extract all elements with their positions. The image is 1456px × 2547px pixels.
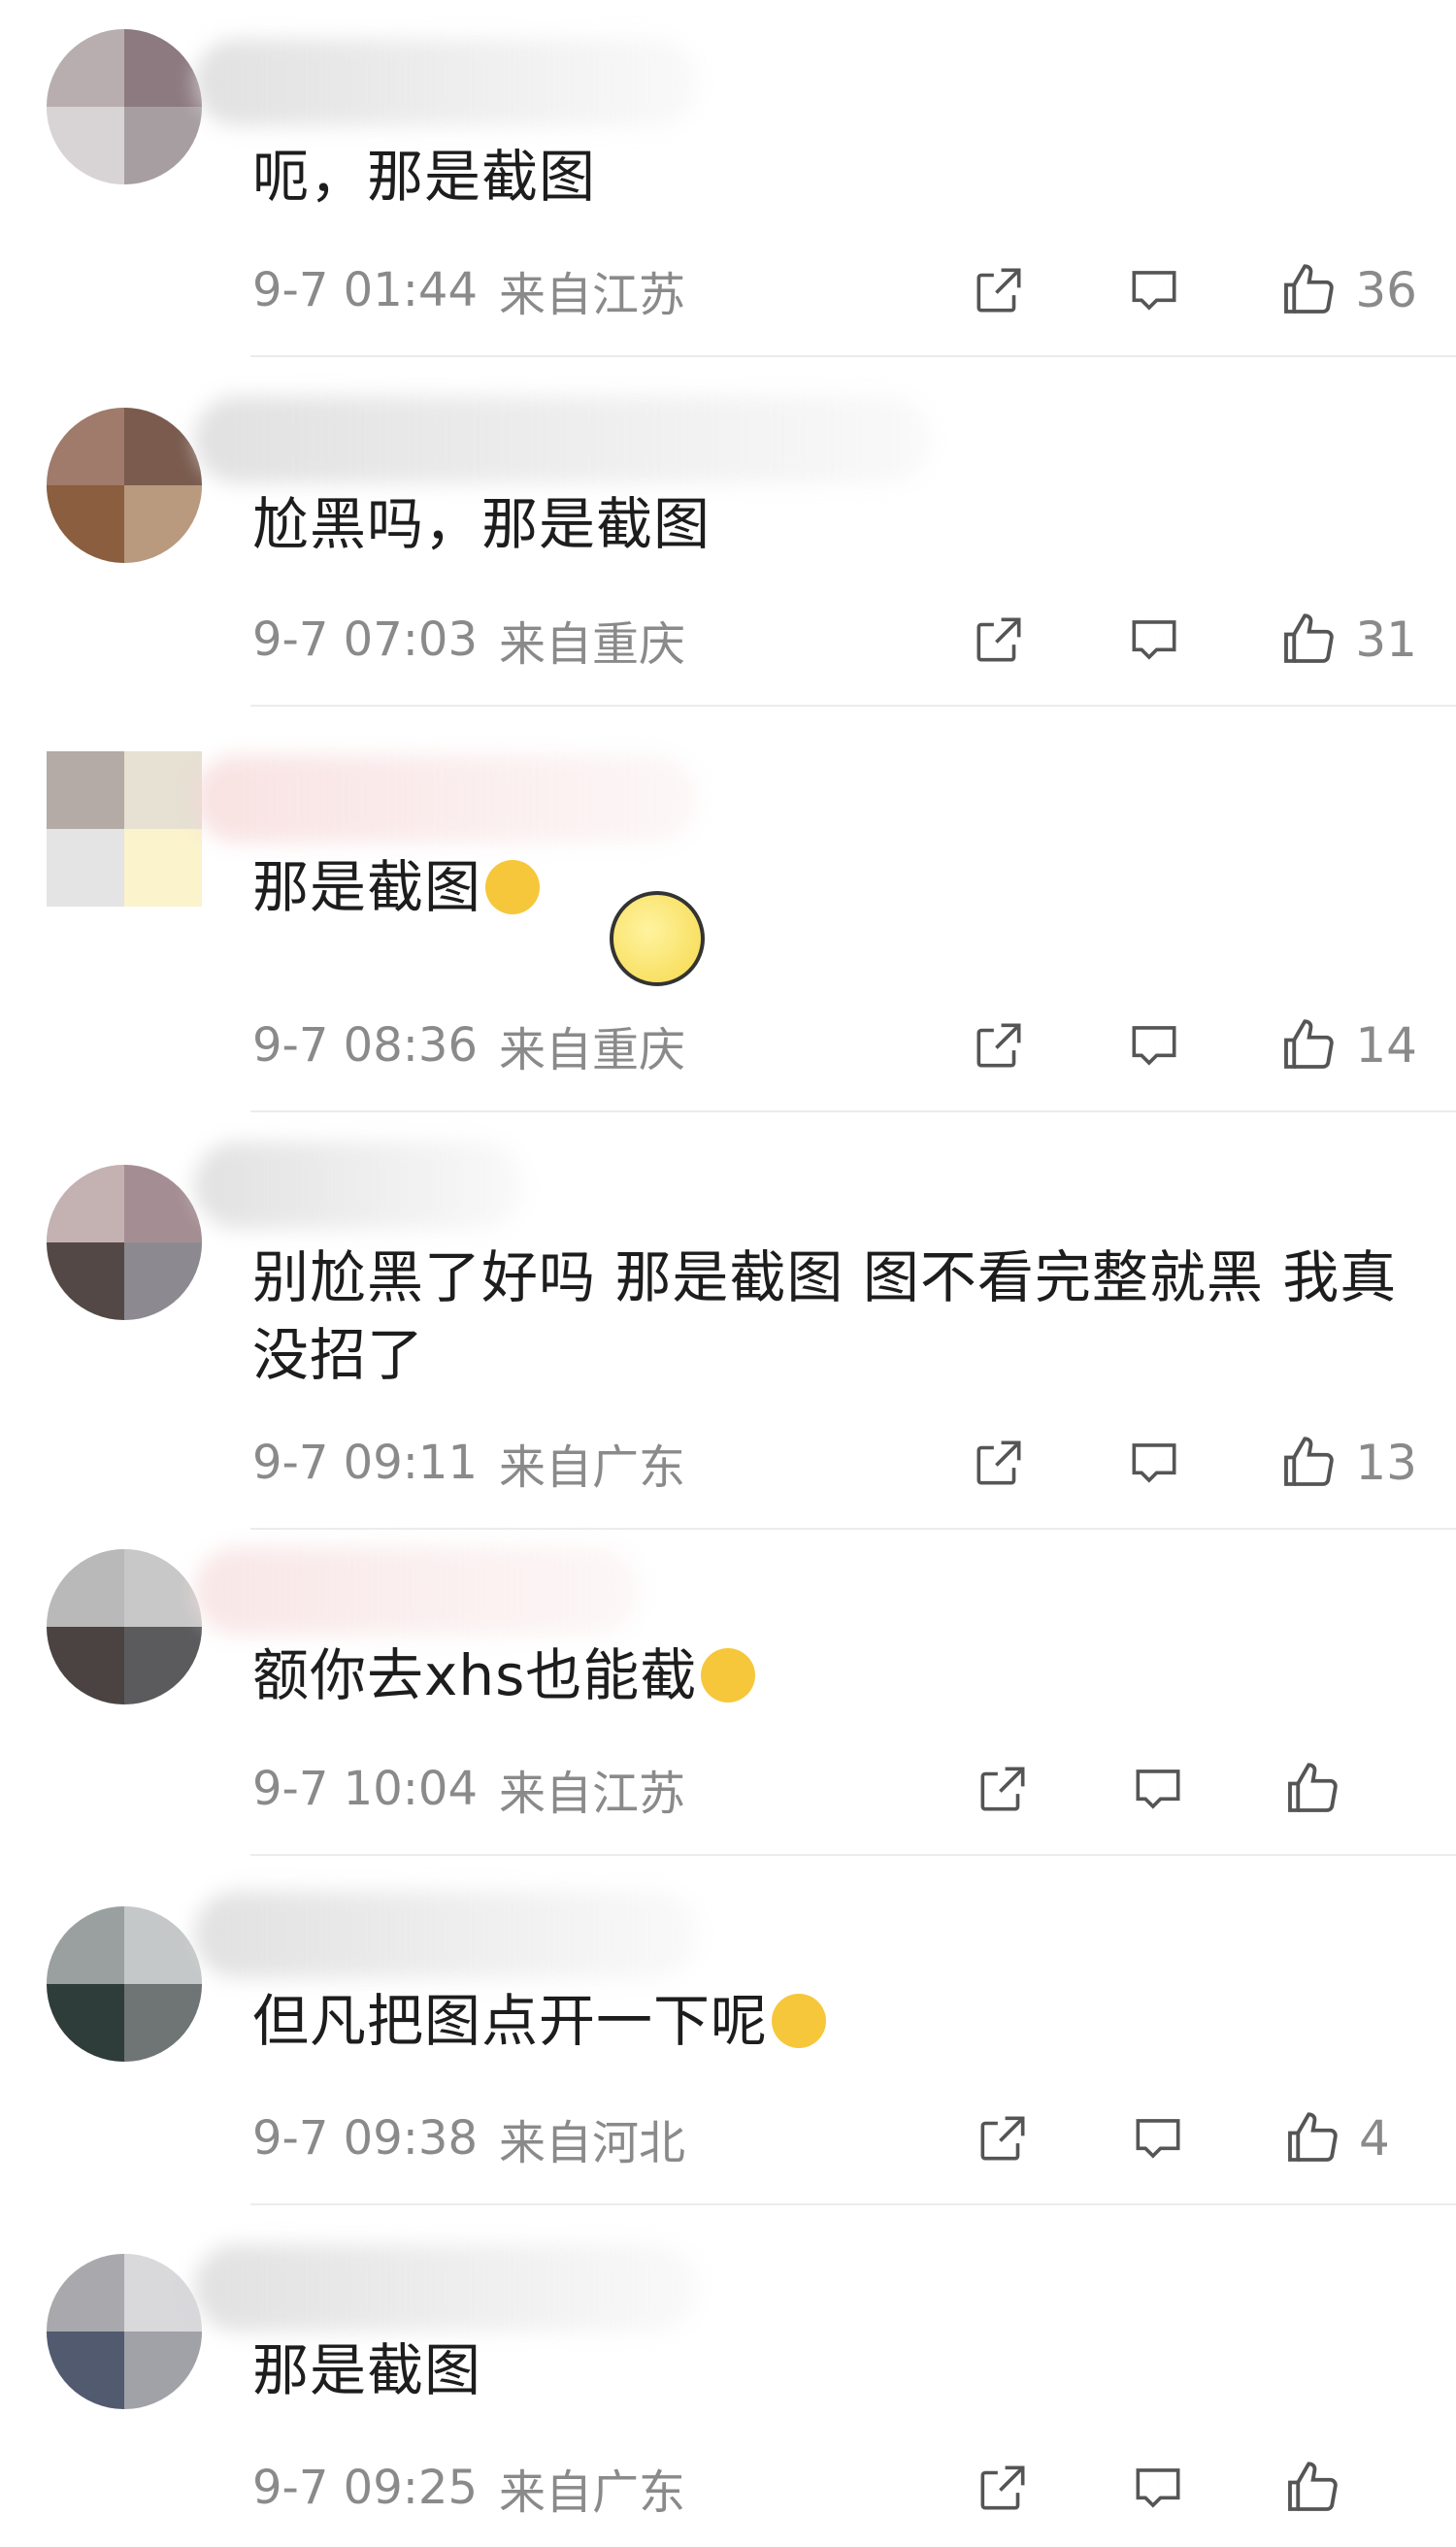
thumbs-up-icon — [1288, 1763, 1338, 1812]
share-icon — [980, 2465, 1025, 2510]
username-blurred[interactable] — [194, 396, 932, 483]
comment-text: 那是截图 — [252, 2337, 482, 2403]
comment-location: 来自重庆 — [498, 617, 685, 672]
like-button[interactable]: 13 — [1275, 1431, 1417, 1495]
comment-item[interactable]: 别尬黑了好吗 那是截图 图不看完整就黑 我真没招了 9-7 09:11 来自广东… — [0, 1112, 1456, 1530]
username-blurred[interactable] — [194, 1141, 524, 1229]
reply-button[interactable] — [1124, 2454, 1192, 2522]
comment-time: 9-7 07:03 — [252, 612, 478, 667]
avatar[interactable] — [47, 1165, 202, 1320]
reply-button[interactable] — [1124, 1755, 1192, 1823]
username-blurred[interactable] — [194, 755, 699, 843]
share-icon — [980, 2116, 1025, 2161]
share-button[interactable] — [965, 1011, 1033, 1079]
comment-item[interactable]: 呃，那是截图 9-7 01:44 来自江苏 36 — [0, 0, 1456, 357]
comment-location: 来自江苏 — [498, 268, 685, 322]
comment-item[interactable]: 但凡把图点开一下呢 9-7 09:38 来自河北 4 — [0, 1856, 1456, 2205]
comment-icon — [1136, 2119, 1180, 2159]
thumbs-up-icon — [1288, 2462, 1338, 2511]
username-blurred[interactable] — [194, 2244, 699, 2332]
reply-button[interactable] — [1124, 2104, 1192, 2172]
thumbs-up-icon — [1284, 613, 1335, 663]
share-icon — [980, 1767, 1025, 1811]
comment-text: 额你去xhs也能截 — [252, 1637, 1406, 1714]
comment-location: 来自江苏 — [498, 1767, 685, 1821]
share-icon — [976, 617, 1021, 662]
thumbs-up-icon — [1284, 1019, 1335, 1069]
comment-time: 9-7 01:44 — [252, 263, 478, 317]
comment-icon — [1132, 620, 1176, 660]
comment-icon — [1136, 2468, 1180, 2508]
like-button[interactable]: 4 — [1279, 2106, 1417, 2170]
comment-text: 呃，那是截图 — [252, 144, 597, 210]
comment-time: 9-7 09:25 — [252, 2461, 478, 2515]
username-blurred[interactable] — [194, 1891, 699, 1978]
comment-text: 那是截图 — [252, 848, 1406, 926]
comment-location: 来自重庆 — [498, 1023, 685, 1077]
share-button[interactable] — [965, 1429, 1033, 1497]
comment-item[interactable]: 尬黑吗，那是截图 9-7 07:03 来自重庆 31 — [0, 357, 1456, 707]
share-icon — [976, 1023, 1021, 1068]
thumbs-up-icon — [1288, 2112, 1338, 2162]
reply-button[interactable] — [1120, 1011, 1188, 1079]
like-count: 36 — [1355, 262, 1417, 318]
avatar[interactable] — [47, 1549, 202, 1704]
comment-item[interactable]: 额你去xhs也能截 9-7 10:04 来自江苏 — [0, 1530, 1456, 1856]
comment-location: 来自广东 — [498, 1440, 685, 1495]
comment-time: 9-7 09:38 — [252, 2111, 478, 2166]
share-button[interactable] — [969, 1755, 1037, 1823]
comment-time: 9-7 09:11 — [252, 1436, 478, 1490]
share-button[interactable] — [965, 256, 1033, 324]
share-button[interactable] — [969, 2454, 1037, 2522]
share-icon — [976, 268, 1021, 313]
like-button[interactable] — [1279, 2456, 1417, 2520]
thumbs-up-icon — [1284, 264, 1335, 314]
like-button[interactable]: 36 — [1275, 258, 1417, 322]
avatar[interactable] — [47, 1906, 202, 2062]
comment-text: 尬黑吗，那是截图 — [252, 491, 711, 557]
comment-location: 来自河北 — [498, 2116, 685, 2170]
avatar[interactable] — [47, 408, 202, 563]
like-button[interactable]: 31 — [1275, 608, 1417, 672]
comment-text: 但凡把图点开一下呢 — [252, 1982, 1406, 2060]
laughing-emoji-icon — [485, 860, 541, 914]
comment-time: 9-7 10:04 — [252, 1762, 478, 1816]
reply-button[interactable] — [1120, 256, 1188, 324]
laughing-emoji-icon — [701, 1648, 756, 1703]
comment-icon — [1132, 271, 1176, 311]
username-blurred[interactable] — [194, 39, 699, 126]
like-count: 13 — [1355, 1435, 1417, 1491]
comment-item[interactable]: 那是截图 9-7 09:25 来自广东 — [0, 2205, 1456, 2547]
comment-location: 来自广东 — [498, 2465, 685, 2520]
reply-button[interactable] — [1120, 1429, 1188, 1497]
like-count: 31 — [1355, 612, 1417, 668]
like-button[interactable]: 14 — [1275, 1013, 1417, 1077]
share-button[interactable] — [965, 606, 1033, 674]
avatar[interactable] — [47, 2254, 202, 2409]
avatar[interactable] — [47, 751, 202, 907]
like-count: 4 — [1359, 2110, 1390, 2167]
sticker-icon — [610, 891, 705, 986]
share-icon — [976, 1440, 1021, 1485]
avatar[interactable] — [47, 29, 202, 184]
like-count: 14 — [1355, 1017, 1417, 1074]
crying-laughing-emoji-icon — [772, 1994, 827, 2048]
comment-time: 9-7 08:36 — [252, 1018, 478, 1073]
comment-text: 别尬黑了好吗 那是截图 图不看完整就黑 我真没招了 — [252, 1244, 1398, 1388]
reply-button[interactable] — [1120, 606, 1188, 674]
comment-icon — [1132, 1443, 1176, 1483]
thumbs-up-icon — [1284, 1437, 1335, 1486]
comment-icon — [1136, 1770, 1180, 1809]
comment-item[interactable]: 那是截图 9-7 08:36 来自重庆 14 — [0, 707, 1456, 1112]
share-button[interactable] — [969, 2104, 1037, 2172]
comment-icon — [1132, 1026, 1176, 1066]
like-button[interactable] — [1279, 1757, 1417, 1821]
username-blurred[interactable] — [194, 1547, 641, 1635]
